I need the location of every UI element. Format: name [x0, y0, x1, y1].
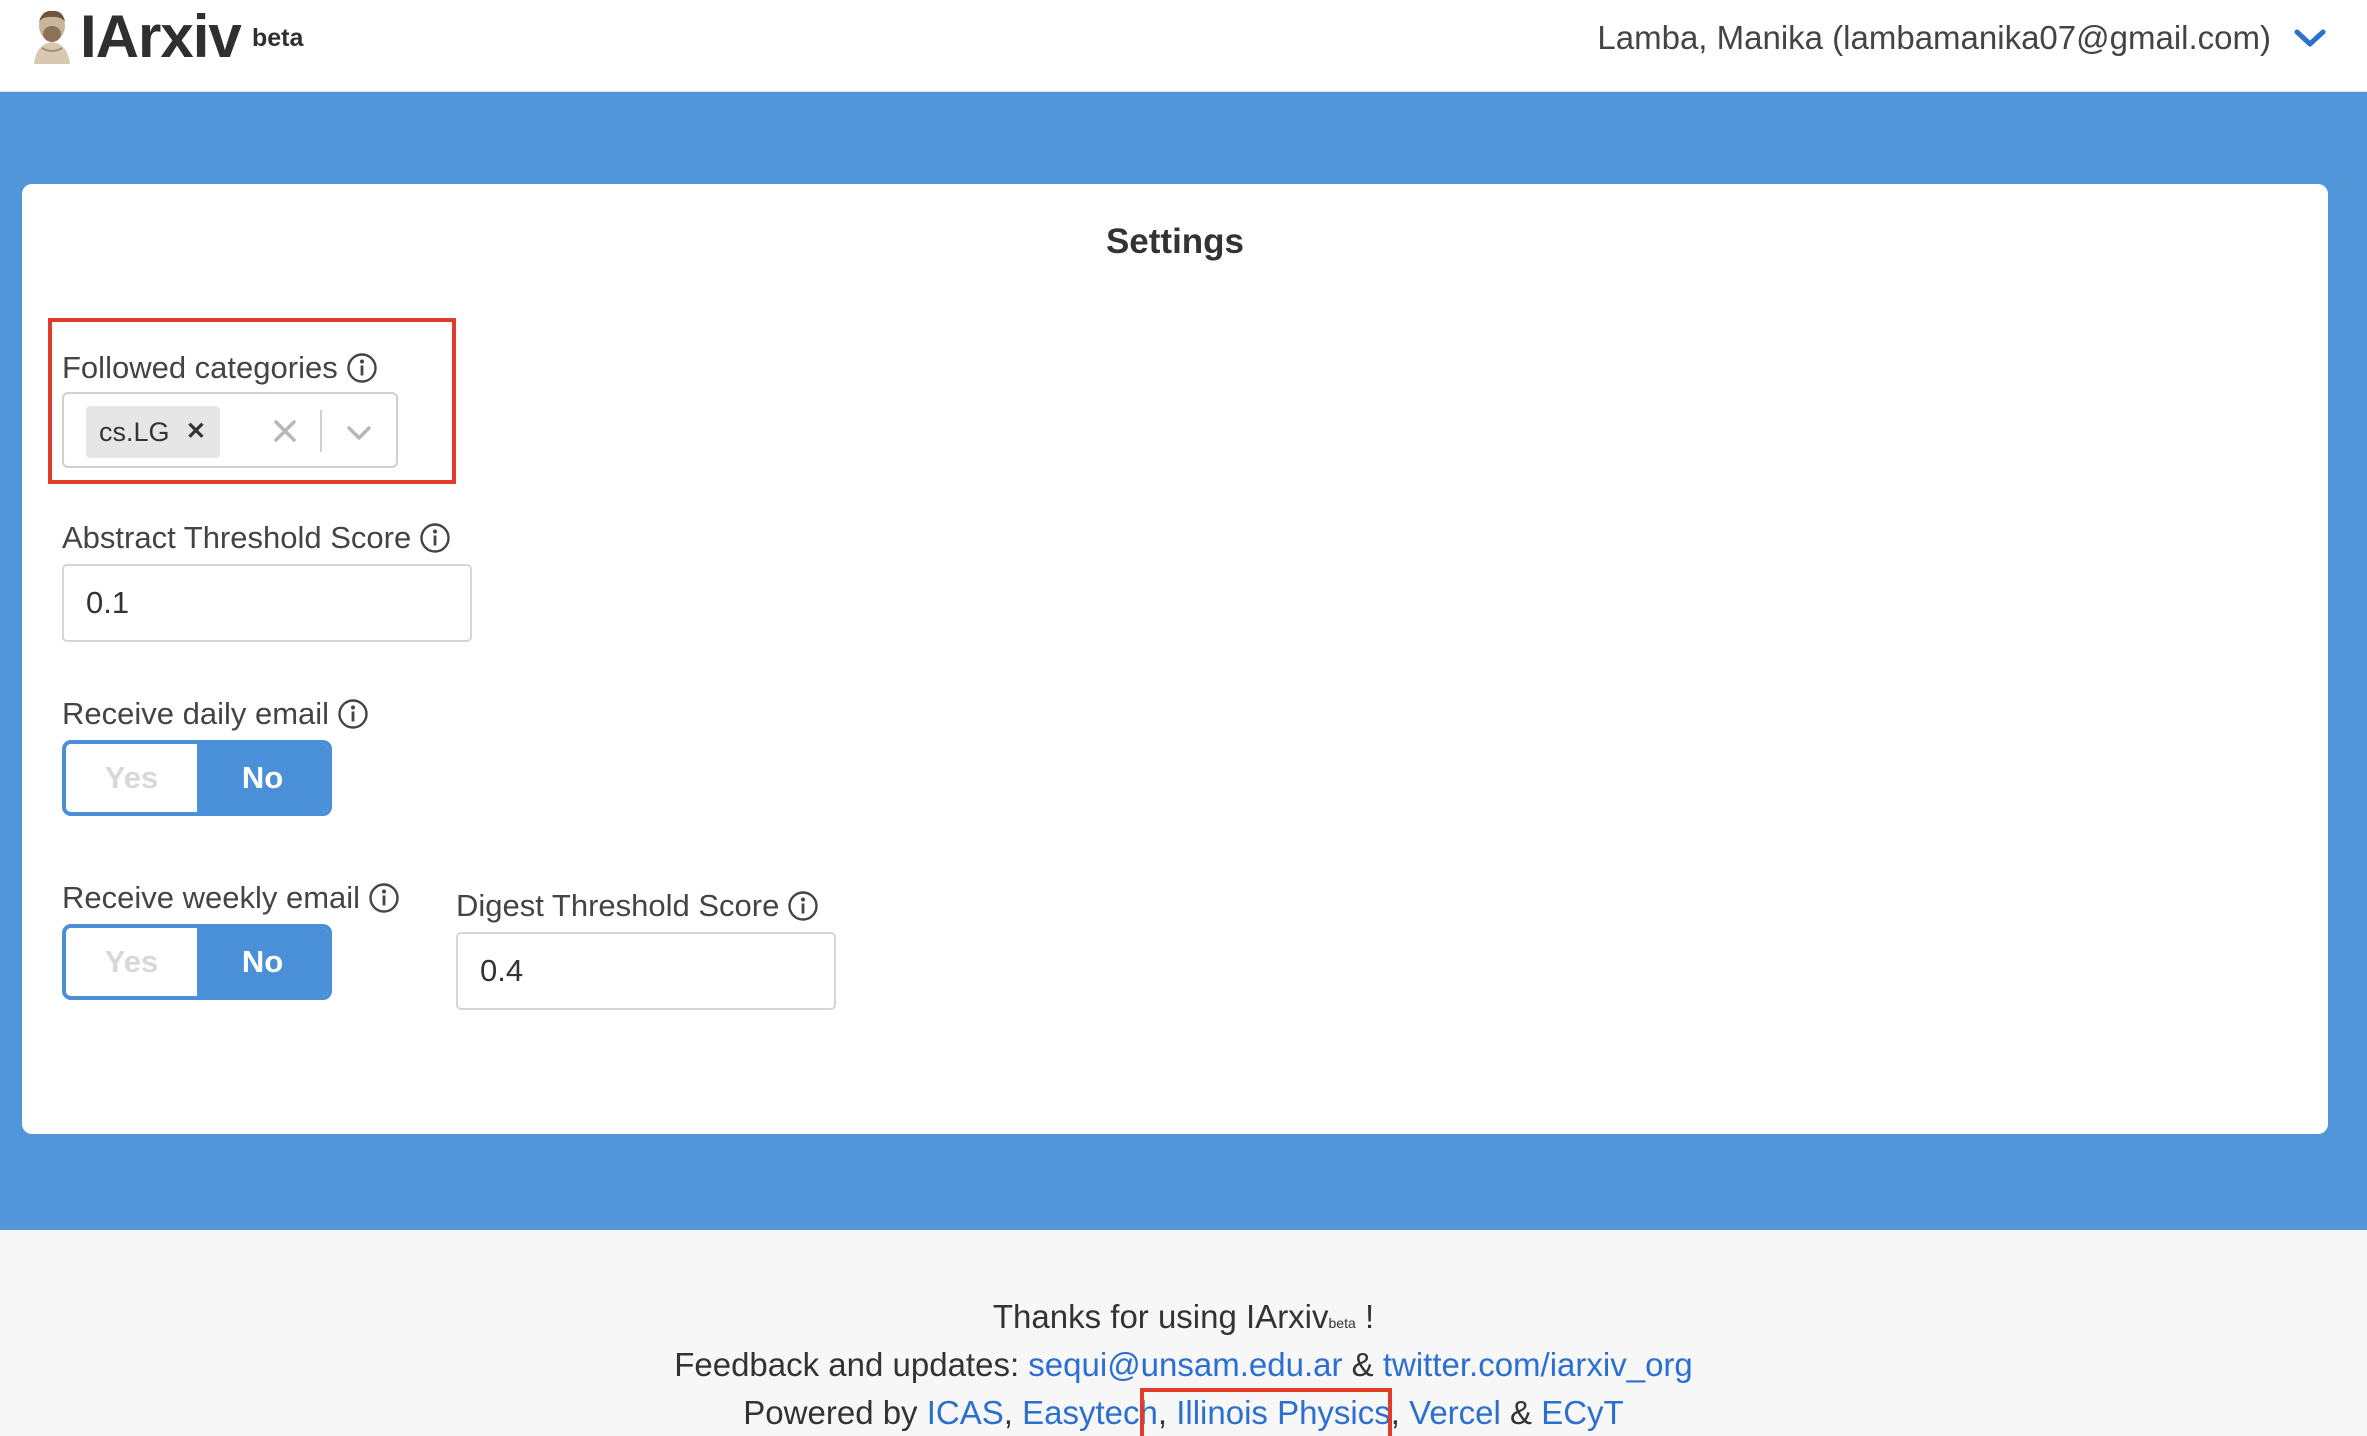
highlight-box-illinois	[1140, 1388, 1392, 1436]
icas-link[interactable]: ICAS	[927, 1394, 1004, 1431]
footer-comma-1: ,	[1003, 1394, 1013, 1431]
logo-beta-badge: beta	[252, 24, 304, 52]
chevron-down-icon[interactable]	[2293, 27, 2327, 49]
weekly-email-label: Receive weekly email	[62, 880, 400, 916]
daily-email-label: Receive daily email	[62, 696, 369, 732]
footer-feedback: Feedback and updates: sequi@unsam.edu.ar…	[0, 1346, 2367, 1384]
top-header: IArxiv beta Lamba, Manika (lambamanika07…	[0, 0, 2367, 92]
vercel-link[interactable]: Vercel	[1409, 1394, 1501, 1431]
feedback-email-link[interactable]: sequi@unsam.edu.ar	[1028, 1346, 1342, 1383]
info-icon[interactable]	[337, 698, 369, 730]
footer-thanks: Thanks for using IArxivbeta !	[0, 1298, 2367, 1336]
daily-email-yes-option[interactable]: Yes	[66, 744, 197, 812]
digest-threshold-label-text: Digest Threshold Score	[456, 888, 780, 923]
followed-categories-label-text: Followed categories	[62, 350, 338, 385]
daily-email-no-option[interactable]: No	[197, 744, 328, 812]
info-icon[interactable]	[787, 890, 819, 922]
abstract-threshold-label: Abstract Threshold Score	[62, 520, 451, 556]
easytech-link[interactable]: Easytech	[1022, 1394, 1158, 1431]
logo-text[interactable]: IArxiv	[80, 2, 242, 72]
user-menu[interactable]: Lamba, Manika (lambamanika07@gmail.com)	[1597, 16, 2327, 60]
footer-thanks-text: Thanks for using IArxiv	[992, 1298, 1329, 1335]
logo-bust-icon[interactable]	[28, 8, 76, 64]
footer-feedback-amp: &	[1351, 1346, 1374, 1383]
abstract-threshold-input[interactable]	[62, 564, 472, 642]
info-icon[interactable]	[368, 882, 400, 914]
settings-card: Settings Followed categories cs.LG ✕ Abs…	[22, 184, 2328, 1134]
settings-title: Settings	[1105, 222, 1245, 261]
multiselect-divider	[320, 410, 322, 452]
weekly-email-toggle[interactable]: Yes No	[62, 924, 332, 1000]
footer-comma-3: ,	[1390, 1394, 1400, 1431]
weekly-email-yes-option[interactable]: Yes	[66, 928, 197, 996]
daily-email-toggle[interactable]: Yes No	[62, 740, 332, 816]
category-chip-label: cs.LG	[99, 416, 170, 447]
daily-email-label-text: Receive daily email	[62, 696, 330, 731]
remove-chip-icon[interactable]: ✕	[186, 420, 206, 444]
footer-powered-amp: &	[1510, 1394, 1533, 1431]
digest-threshold-input[interactable]	[456, 932, 836, 1010]
category-chip: cs.LG ✕	[86, 406, 220, 458]
user-name[interactable]: Lamba, Manika (lambamanika07@gmail.com)	[1597, 19, 2271, 57]
footer-feedback-label: Feedback and updates:	[674, 1346, 1020, 1383]
abstract-threshold-label-text: Abstract Threshold Score	[62, 520, 412, 555]
categories-multiselect[interactable]: cs.LG ✕	[62, 392, 398, 468]
footer-powered-label: Powered by	[743, 1394, 918, 1431]
footer-thanks-suffix: !	[1364, 1298, 1375, 1335]
ecyt-link[interactable]: ECyT	[1541, 1394, 1624, 1431]
twitter-link[interactable]: twitter.com/iarxiv_org	[1383, 1346, 1693, 1383]
followed-categories-label: Followed categories	[62, 350, 378, 386]
digest-threshold-label: Digest Threshold Score	[456, 888, 819, 924]
clear-all-icon[interactable]	[266, 412, 304, 450]
footer-beta-badge: beta	[1328, 1315, 1356, 1331]
dropdown-chevron-icon[interactable]	[340, 414, 378, 452]
weekly-email-label-text: Receive weekly email	[62, 880, 361, 915]
info-icon[interactable]	[346, 352, 378, 384]
info-icon[interactable]	[419, 522, 451, 554]
weekly-email-no-option[interactable]: No	[197, 928, 328, 996]
